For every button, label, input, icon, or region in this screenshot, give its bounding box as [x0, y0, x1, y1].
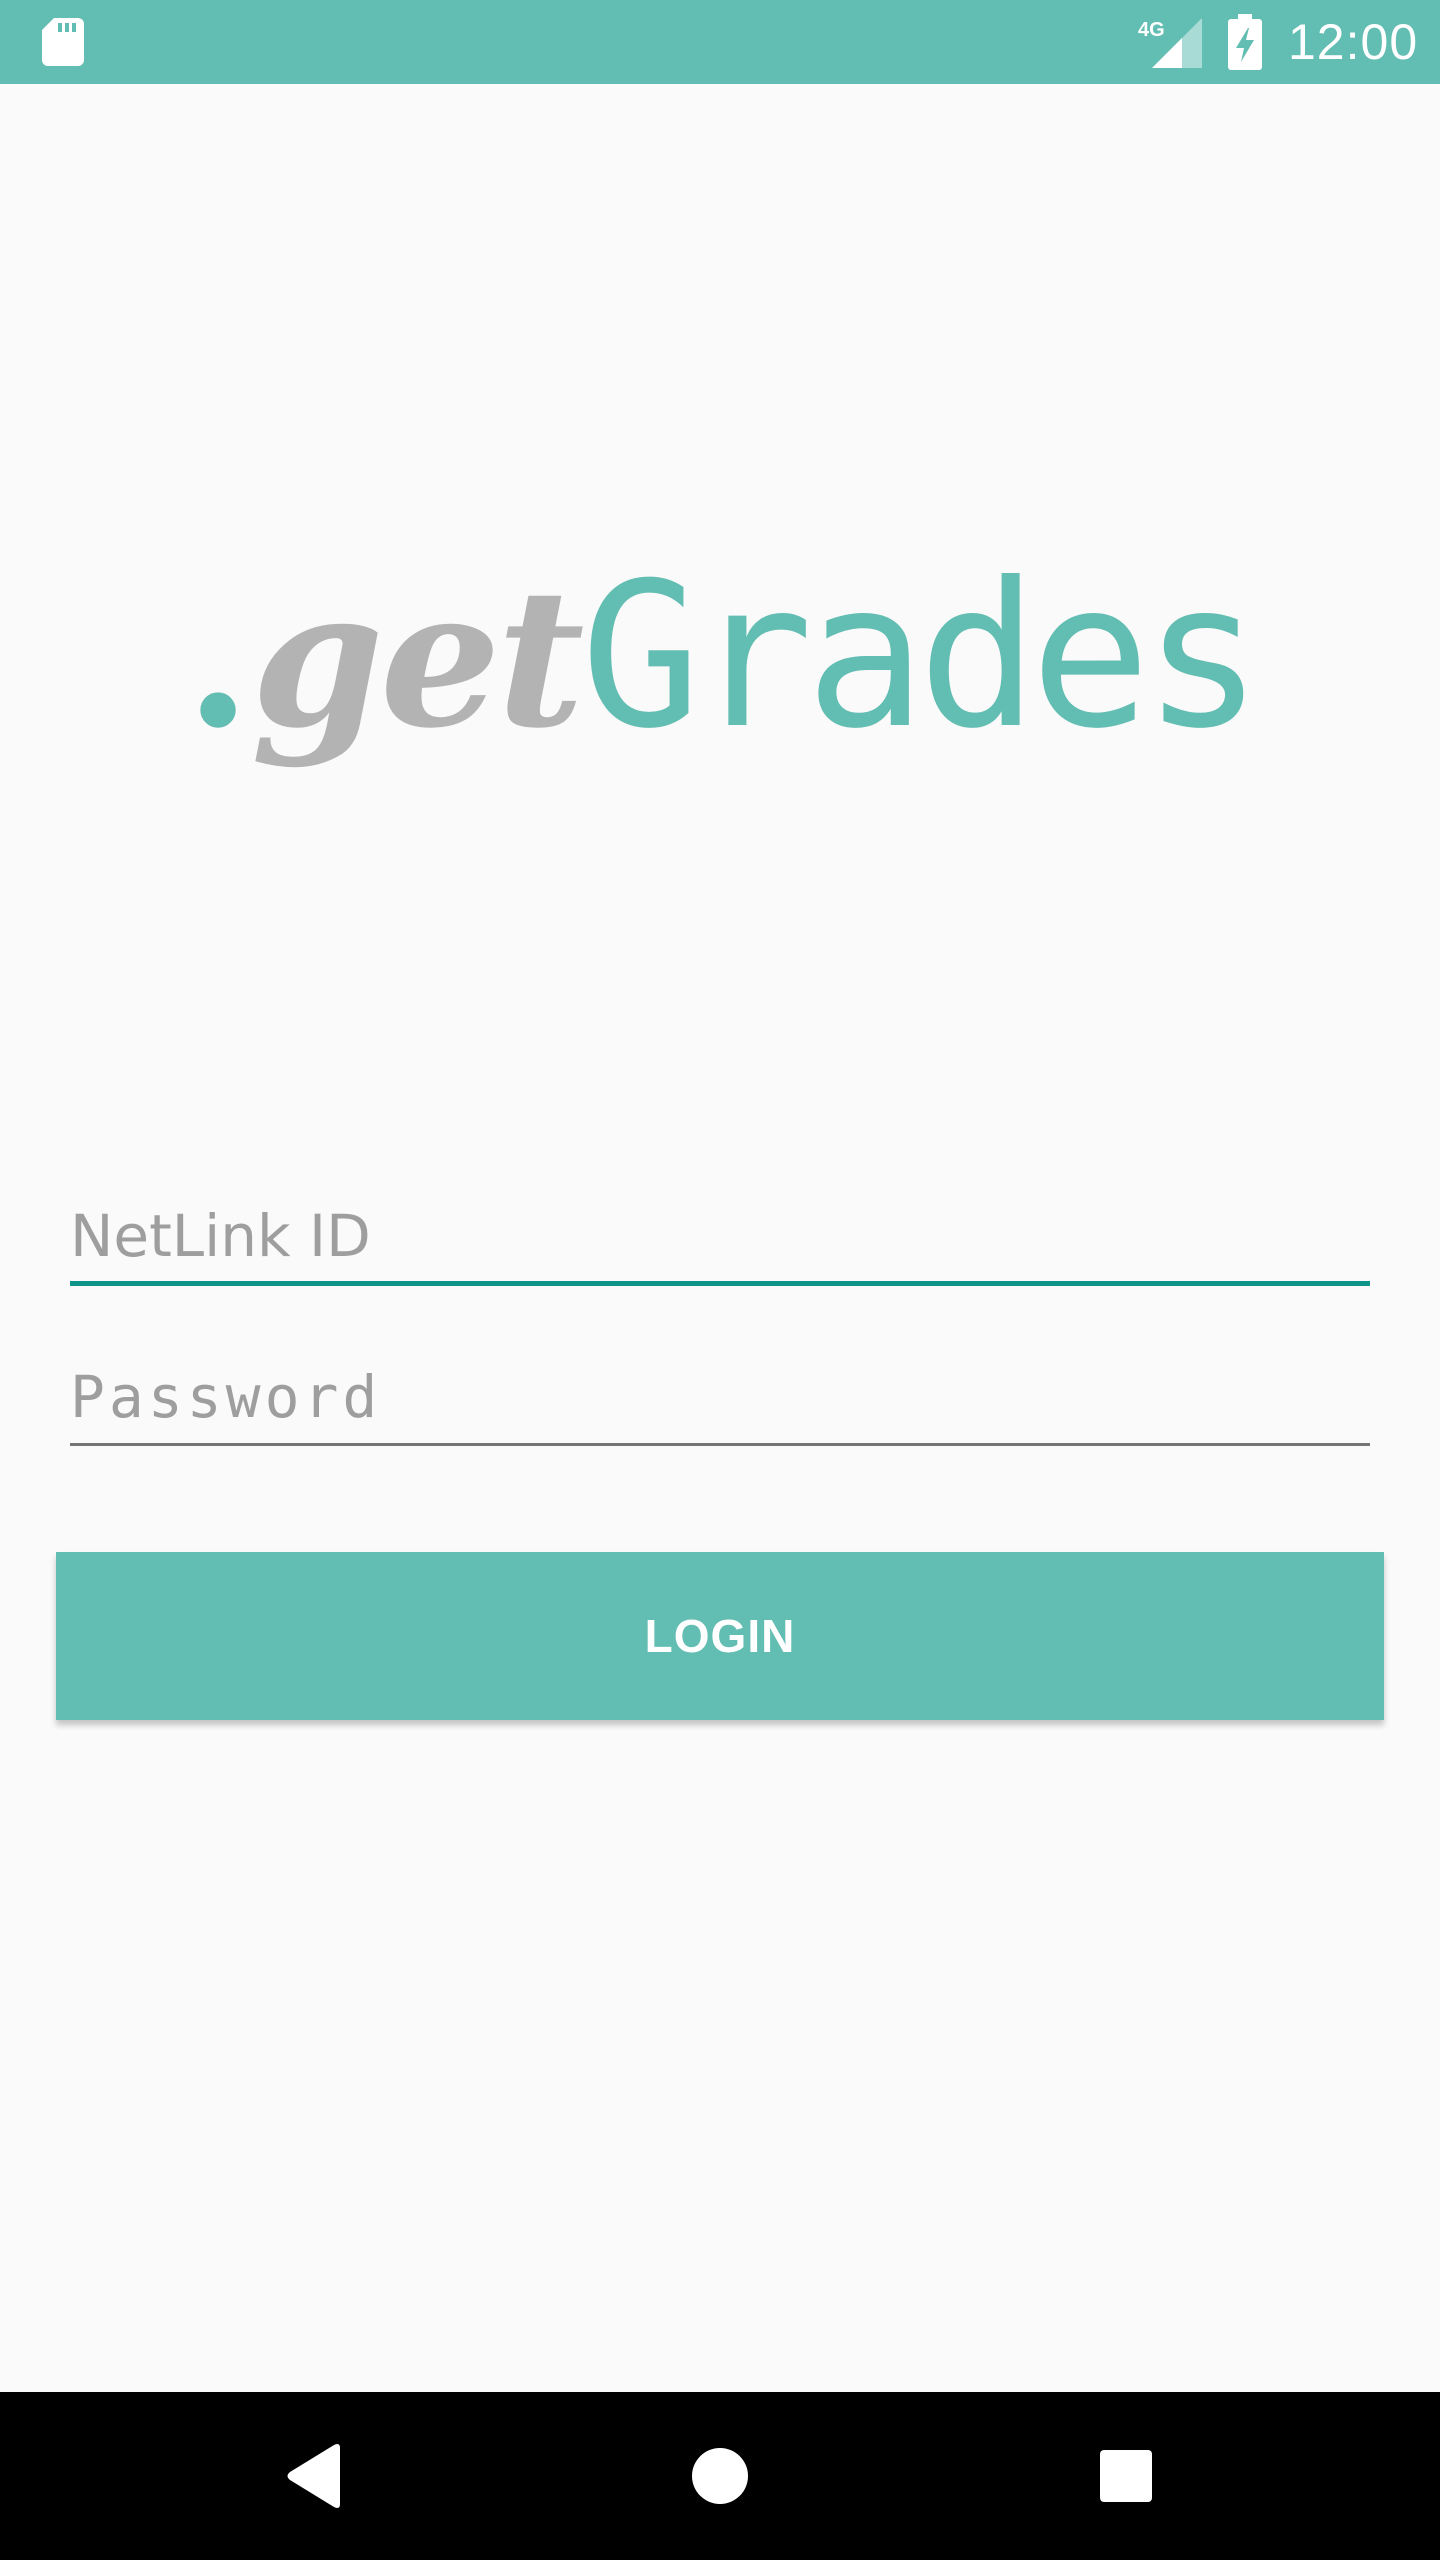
sd-card-icon: [42, 18, 84, 66]
app-logo: .getGrades: [0, 540, 1440, 820]
logo-grades-text: Grades: [580, 540, 1263, 773]
logo-get-text: get: [251, 547, 584, 770]
status-bar: 4G 12:00: [0, 0, 1440, 84]
netlink-id-field: [70, 1190, 1370, 1294]
password-input[interactable]: [70, 1350, 1370, 1446]
netlink-id-input[interactable]: [70, 1190, 1370, 1286]
network-type-label: 4G: [1138, 19, 1165, 41]
home-icon[interactable]: [680, 2436, 760, 2516]
recents-icon[interactable]: [1086, 2436, 1166, 2516]
password-field: [70, 1350, 1370, 1450]
login-button[interactable]: LOGIN: [56, 1552, 1384, 1720]
battery-charging-icon: [1228, 14, 1262, 70]
logo-dot: .: [184, 547, 252, 770]
status-clock: 12:00: [1288, 14, 1419, 70]
signal-icon: 4G: [1138, 18, 1202, 68]
back-icon[interactable]: [274, 2436, 354, 2516]
navigation-bar: [0, 2392, 1440, 2560]
